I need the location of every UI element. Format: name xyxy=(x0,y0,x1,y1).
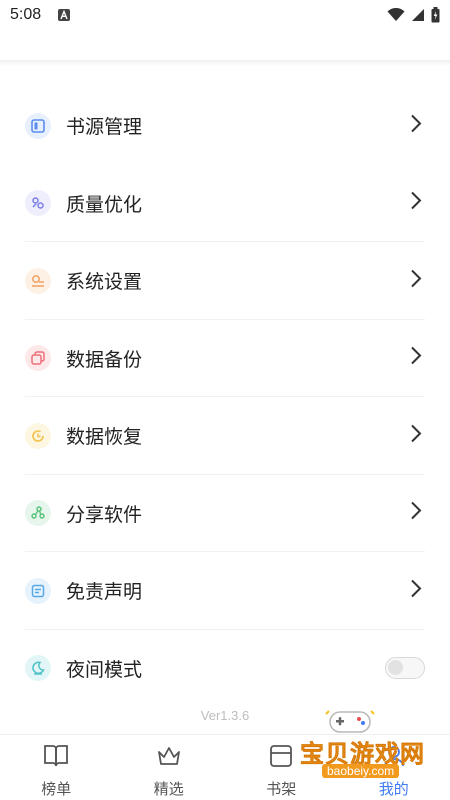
menu-item-label: 书源管理 xyxy=(66,116,143,139)
status-bar: 5:08 xyxy=(0,0,450,32)
menu-item-label: 分享软件 xyxy=(66,503,143,526)
wifi-icon xyxy=(387,7,405,27)
watermark: 宝贝游戏网 baobeiy.com xyxy=(300,706,450,782)
chevron-right-icon xyxy=(410,578,422,603)
status-time: 5:08 xyxy=(10,6,42,23)
tab-label: 书架 xyxy=(266,780,297,798)
bookshelf-icon xyxy=(267,743,295,774)
book-icon xyxy=(42,743,70,774)
top-bar xyxy=(0,32,450,60)
menu-item-quality[interactable]: 质量优化 xyxy=(0,165,450,242)
tab-featured[interactable]: 精选 xyxy=(113,735,226,800)
signal-icon xyxy=(411,8,425,27)
chevron-right-icon xyxy=(410,268,422,293)
settings-icon xyxy=(25,267,51,294)
share-icon xyxy=(25,500,51,527)
chevron-right-icon xyxy=(410,423,422,448)
menu-item-label: 数据恢复 xyxy=(66,426,143,449)
disclaimer-icon xyxy=(25,577,51,604)
menu-item-book-source[interactable]: 书源管理 xyxy=(0,87,450,165)
settings-menu: 书源管理 质量优化 系统设置 数据备份 数据恢复 分享软件 免责声明 夜间模式 xyxy=(0,87,450,707)
quality-icon xyxy=(25,190,51,217)
menu-item-night-mode: 夜间模式 xyxy=(0,630,450,708)
tab-ranking[interactable]: 榜单 xyxy=(0,735,113,800)
menu-item-label: 质量优化 xyxy=(66,193,143,216)
menu-item-data-backup[interactable]: 数据备份 xyxy=(0,320,450,397)
tab-label: 榜单 xyxy=(41,780,72,798)
night-mode-toggle[interactable] xyxy=(385,657,425,680)
night-mode-icon xyxy=(25,655,51,682)
restore-icon xyxy=(25,422,51,449)
chevron-right-icon xyxy=(410,113,422,138)
watermark-url: baobeiy.com xyxy=(322,764,400,778)
top-bar-shadow xyxy=(0,60,450,66)
notification-a-icon xyxy=(58,9,70,21)
chevron-right-icon xyxy=(410,346,422,371)
menu-item-disclaimer[interactable]: 免责声明 xyxy=(0,552,450,630)
status-icons xyxy=(387,7,440,28)
chevron-right-icon xyxy=(410,501,422,526)
backup-icon xyxy=(25,345,51,372)
chevron-right-icon xyxy=(410,191,422,216)
tab-label: 精选 xyxy=(153,780,184,798)
menu-item-system-settings[interactable]: 系统设置 xyxy=(0,242,450,320)
menu-item-label: 数据备份 xyxy=(66,348,143,371)
menu-item-label: 免责声明 xyxy=(66,581,143,604)
menu-item-label: 夜间模式 xyxy=(66,658,143,681)
menu-item-label: 系统设置 xyxy=(66,271,143,294)
menu-item-data-restore[interactable]: 数据恢复 xyxy=(0,397,450,475)
toggle-knob xyxy=(388,660,403,676)
book-source-icon xyxy=(25,112,51,139)
battery-icon xyxy=(431,7,440,28)
menu-item-share-app[interactable]: 分享软件 xyxy=(0,475,450,552)
crown-icon xyxy=(155,743,183,774)
